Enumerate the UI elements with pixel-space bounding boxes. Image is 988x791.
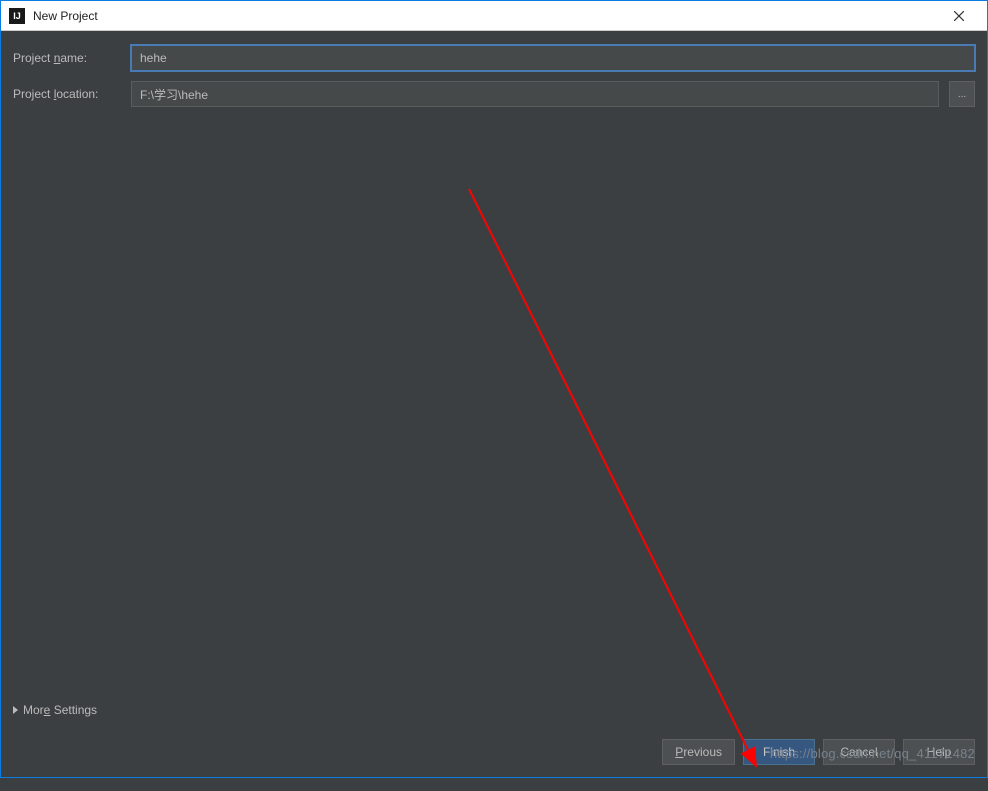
project-name-row: Project name: (13, 45, 975, 71)
project-name-label: Project name: (13, 51, 121, 65)
project-location-row: Project location: ... (13, 81, 975, 107)
window-title: New Project (33, 9, 939, 23)
button-bar: Previous Finish Cancel Help (13, 731, 975, 765)
finish-button[interactable]: Finish (743, 739, 815, 765)
browse-button[interactable]: ... (949, 81, 975, 107)
previous-button[interactable]: Previous (662, 739, 735, 765)
close-button[interactable] (939, 2, 979, 30)
more-settings-toggle[interactable]: More Settings (13, 697, 975, 731)
app-icon: IJ (9, 8, 25, 24)
title-bar: IJ New Project (1, 1, 987, 31)
help-button[interactable]: Help (903, 739, 975, 765)
more-settings-label: More Settings (23, 703, 97, 717)
project-location-label: Project location: (13, 87, 121, 101)
content-area: Project name: Project location: ... More… (1, 31, 987, 777)
project-name-input[interactable] (131, 45, 975, 71)
chevron-right-icon (13, 706, 18, 714)
close-icon (954, 11, 964, 21)
cancel-button[interactable]: Cancel (823, 739, 895, 765)
project-location-input[interactable] (131, 81, 939, 107)
